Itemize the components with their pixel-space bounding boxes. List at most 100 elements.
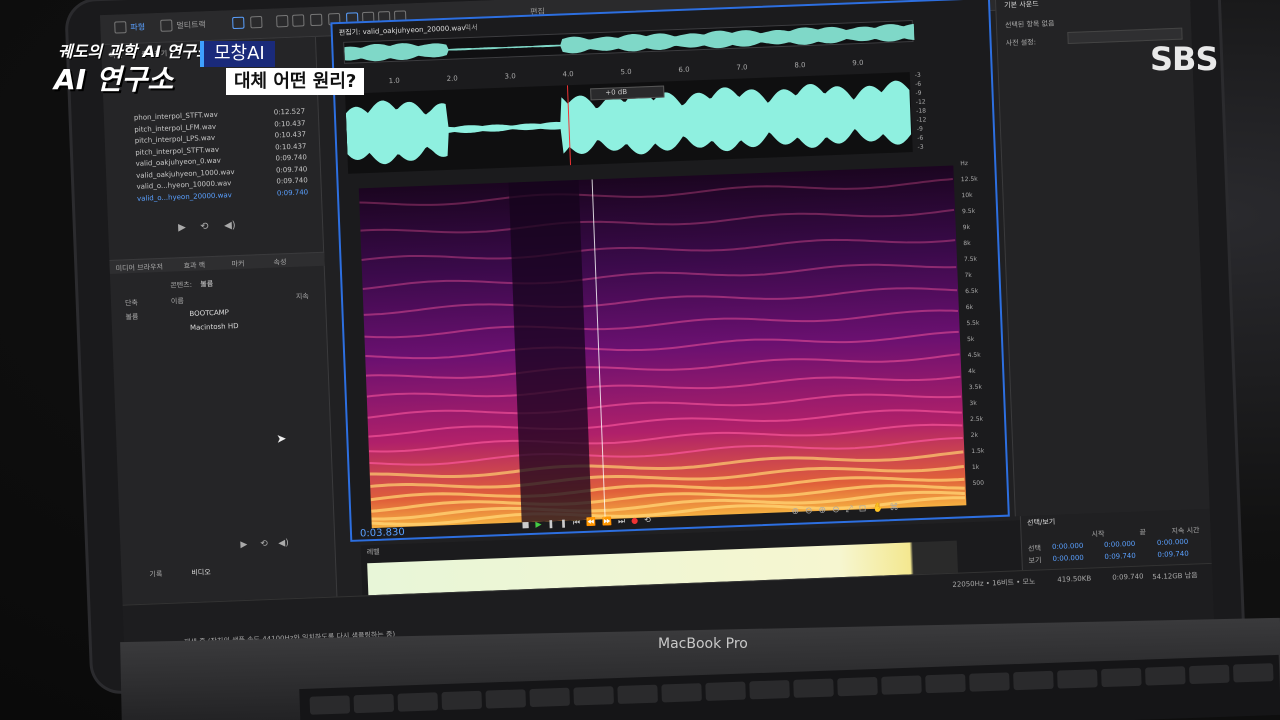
sel-dur[interactable]: 0:00.000 <box>1157 538 1189 547</box>
zoom-in-amp-icon[interactable]: ⊕ <box>791 506 805 517</box>
file-item-name[interactable]: valid_oakjuhyeon_0.wav <box>136 157 221 168</box>
selection-view-panel: 선택/보기 시작 끝 지속 시간 선택 0:00.000 0:00.000 0:… <box>1019 508 1212 573</box>
keyboard-key <box>881 675 922 695</box>
keyboard-key <box>573 686 614 706</box>
tree-short[interactable]: 단축 <box>125 298 138 308</box>
play-button-icon[interactable]: ▶ <box>535 519 547 528</box>
drive-macintosh-hd[interactable]: Macintosh HD <box>190 322 239 332</box>
tab-waveform[interactable]: 파형 <box>130 21 145 33</box>
tab-history[interactable]: 기록 <box>149 569 162 579</box>
zoom-full-icon[interactable]: ⤢ <box>845 504 859 514</box>
zoom-out-icon[interactable]: ⊖ <box>832 505 846 516</box>
zoom-in-icon[interactable]: ⊕ <box>818 505 832 516</box>
loop-icon[interactable]: ⟲ <box>200 221 209 232</box>
ruler-tick: 9.0 <box>852 58 864 68</box>
file-item-name[interactable]: phon_interpol_STFT.wav <box>134 111 218 122</box>
db-tick: -6 <box>915 80 922 88</box>
go-start-icon[interactable]: ⏮ <box>573 518 587 528</box>
ruler-tick: 3.0 <box>504 72 516 81</box>
ruler-tick: 8.0 <box>794 61 806 70</box>
rewind-icon[interactable]: ⏪ <box>586 517 602 527</box>
row-selection: 선택 <box>1027 544 1042 553</box>
preview-play-icon[interactable]: ▶ <box>240 540 247 550</box>
hz-tick: 6k <box>965 303 974 312</box>
sel-end[interactable]: 0:00.000 <box>1104 540 1136 549</box>
file-item-name[interactable]: pitch_interpol_STFT.wav <box>135 145 219 156</box>
fast-forward-icon[interactable]: ⏩ <box>602 517 618 527</box>
view-end[interactable]: 0:09.740 <box>1104 552 1136 561</box>
preview-volume-icon[interactable]: ◀) <box>278 538 289 548</box>
file-item-duration: 0:10.437 <box>274 118 306 129</box>
content-label: 콘텐츠: <box>170 280 193 290</box>
editor-file-tab[interactable]: 편집기: valid_oakjuhyeon_20000.wav <box>339 23 466 38</box>
sel-start[interactable]: 0:00.000 <box>1052 542 1084 551</box>
db-tick: -12 <box>915 98 926 106</box>
no-selection-label: 선택된 항목 없음 <box>1004 19 1055 30</box>
tab-markers[interactable]: 마커 <box>231 259 244 269</box>
essential-sound-title[interactable]: 기본 사운드 <box>1004 0 1039 10</box>
hz-tick: 4.5k <box>967 351 981 360</box>
keyboard-key <box>837 676 878 697</box>
spectrogram-svg <box>359 178 966 526</box>
file-item-name[interactable]: pitch_interpol_LFM.wav <box>134 122 216 133</box>
preview-loop-icon[interactable]: ⟲ <box>260 539 268 549</box>
razor-tool-icon[interactable] <box>292 14 305 27</box>
tab-multitrack[interactable]: 멀티트랙 <box>176 19 206 31</box>
file-item-duration: 0:09.740 <box>276 187 309 197</box>
file-item-name[interactable]: valid_oakjuhyeon_1000.wav <box>136 168 235 180</box>
tab-properties[interactable]: 속성 <box>273 257 286 267</box>
view-dur[interactable]: 0:09.740 <box>1157 550 1189 559</box>
waveform-icon[interactable] <box>114 21 127 34</box>
spectral-view-icon[interactable] <box>232 16 245 30</box>
move-tool-icon[interactable] <box>276 14 289 28</box>
db-tick: -6 <box>917 134 924 142</box>
hz-tick: 2k <box>970 431 979 440</box>
drive-bootcamp[interactable]: BOOTCAMP <box>189 308 229 318</box>
freq-display-icon[interactable] <box>250 15 263 29</box>
record-icon[interactable]: ● <box>631 516 644 525</box>
mouse-cursor-icon: ➤ <box>276 431 287 446</box>
keyboard-key <box>353 693 395 714</box>
go-end-icon[interactable]: ⏭ <box>618 516 632 526</box>
files-panel: 파일 즐겨찾기 phon_interpol_STFT.wav 0:12.527 pi… <box>101 36 338 605</box>
file-item-duration: 0:10.437 <box>274 141 307 152</box>
file-item-name[interactable]: valid_o...hyeon_20000.wav <box>137 191 232 203</box>
file-item-name[interactable]: pitch_interpol_LPS.wav <box>135 134 216 145</box>
selection-view-title[interactable]: 선택/보기 <box>1027 517 1055 528</box>
pause-icon[interactable]: ❚❚ <box>547 518 573 528</box>
spectrogram-display[interactable] <box>358 165 967 529</box>
freq-zoom-icon[interactable]: ⌘ <box>889 503 904 514</box>
status-duration: 0:09.740 <box>1112 572 1144 582</box>
mixer-tab[interactable]: 믹서 <box>465 23 478 33</box>
hz-tick: 1k <box>971 463 980 472</box>
multitrack-icon[interactable] <box>160 19 173 32</box>
ruler-tick: 4.0 <box>562 70 574 79</box>
file-item-name[interactable]: valid_o...hyeon_10000.wav <box>136 179 231 191</box>
zoom-sel-icon[interactable]: ⊡ <box>859 504 873 515</box>
row-view: 보기 <box>1028 556 1042 565</box>
zoom-out-amp-icon[interactable]: ⊖ <box>805 506 819 517</box>
content-dropdown[interactable]: 볼륨 <box>200 279 213 289</box>
tree-root[interactable]: 볼륨 <box>125 312 138 322</box>
db-tick: -9 <box>916 125 924 133</box>
speaker-icon[interactable]: ◀) <box>224 220 236 231</box>
slip-tool-icon[interactable] <box>310 13 323 27</box>
tab-video[interactable]: 비디오 <box>191 567 211 578</box>
hand-icon[interactable]: ✋ <box>872 503 890 514</box>
stop-icon[interactable]: ■ <box>522 520 536 530</box>
preset-label: 사전 설정: <box>1005 38 1037 48</box>
caption-bottom: 대체 어떤 원리? <box>226 68 365 95</box>
hud-volume-label: +0 dB <box>605 87 628 97</box>
tab-media-browser[interactable]: 미디어 브라우저 <box>115 262 164 274</box>
laptop-screen: 파형 멀티트랙 편집 파일 즐겨찾기 phon_interpol_STFT.wa… <box>99 0 1215 665</box>
tab-effects-rack[interactable]: 효과 랙 <box>183 260 205 271</box>
loop-playback-icon[interactable]: ⟲ <box>644 515 657 524</box>
file-item-duration: 0:09.740 <box>275 164 308 175</box>
levels-title[interactable]: 레벨 <box>367 547 380 557</box>
play-icon[interactable]: ▶ <box>178 222 186 233</box>
hz-tick: 4k <box>968 367 976 376</box>
keyboard-key <box>1057 669 1098 689</box>
view-start[interactable]: 0:00.000 <box>1052 554 1084 563</box>
spectral-quiet-region <box>508 179 592 523</box>
hz-tick: 7k <box>964 271 972 280</box>
